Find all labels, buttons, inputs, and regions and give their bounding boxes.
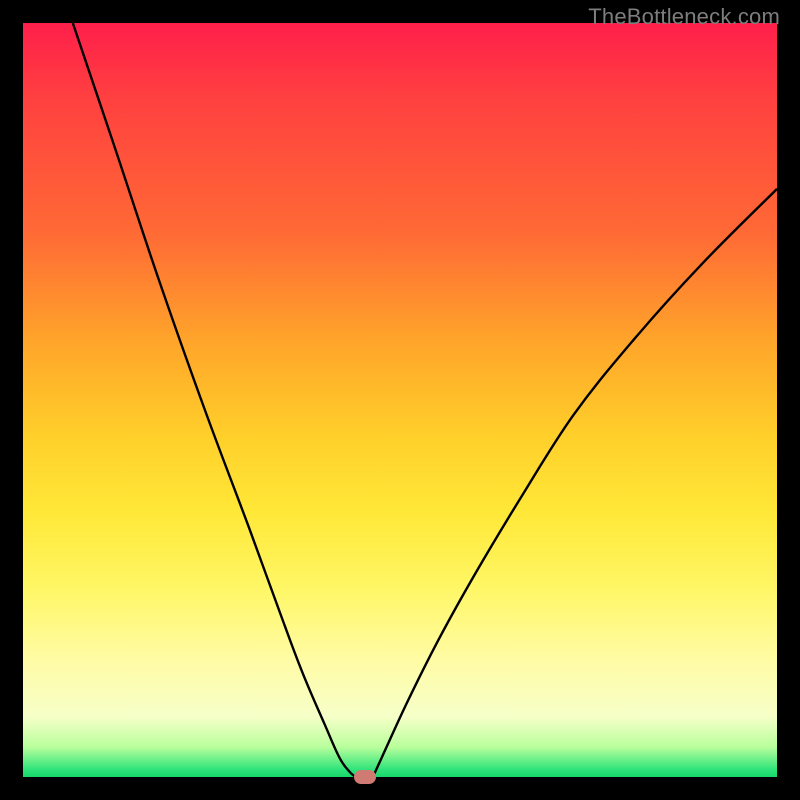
minimum-marker (354, 770, 376, 784)
chart-plot-area (23, 23, 777, 777)
chart-frame: TheBottleneck.com (0, 0, 800, 800)
curve-left-branch (73, 23, 357, 777)
watermark-text: TheBottleneck.com (588, 4, 780, 30)
curve-right-branch (373, 189, 777, 777)
chart-curves (23, 23, 777, 777)
